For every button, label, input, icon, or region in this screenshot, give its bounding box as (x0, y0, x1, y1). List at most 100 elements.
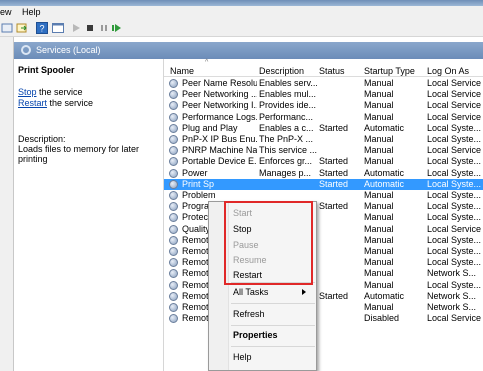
menu-help[interactable]: Help (22, 7, 41, 17)
restart-service-icon[interactable] (110, 22, 122, 34)
cell-startup: Manual (364, 145, 394, 156)
services-header: Services (Local) (14, 42, 483, 59)
cell-startup: Manual (364, 279, 394, 290)
table-row[interactable]: Plug and Play Enables a c... Started Automa… (164, 123, 483, 134)
cell-description: Enforces gr... (259, 156, 313, 167)
services-gear-icon (21, 45, 31, 55)
cell-startup: Disabled (364, 313, 400, 324)
restart-service-suffix: the service (47, 98, 94, 108)
services-header-title: Services (Local) (36, 45, 101, 55)
cell-startup: Manual (364, 134, 394, 144)
cell-startup: Manual (364, 89, 394, 100)
service-gear-icon (169, 303, 178, 312)
submenu-arrow-icon (302, 289, 306, 295)
cell-status: Started (319, 167, 349, 178)
table-row[interactable]: Portable Device E... Enforces gr... Starte… (164, 156, 483, 167)
column-header-description[interactable]: Description (259, 66, 304, 76)
column-header-log-on-as[interactable]: Log On As (427, 66, 469, 76)
table-row[interactable]: PNRP Machine Na... This service ... Manual… (164, 145, 483, 156)
cell-logon: Local Service (427, 111, 482, 122)
cell-description: This service ... (259, 145, 317, 156)
pause-service-icon[interactable] (98, 22, 110, 34)
cell-name: Peer Name Resolu... (182, 78, 257, 88)
service-gear-icon (169, 101, 178, 111)
table-row[interactable]: Performance Logs... Performanc... Manual Lo… (164, 112, 483, 123)
cell-logon: Local Syste... (427, 167, 482, 178)
table-row[interactable]: Peer Networking I... Provides ide... Manua… (164, 100, 483, 111)
service-gear-icon (169, 235, 178, 245)
cell-logon: Network S... (427, 290, 477, 301)
restart-service-link[interactable]: Restart (18, 98, 47, 108)
start-service-icon[interactable] (70, 22, 82, 34)
service-gear-icon (169, 157, 178, 167)
table-row[interactable]: Peer Name Resolu...Enables serv... Manual… (164, 78, 483, 89)
cell-description: Performanc... (259, 111, 314, 122)
stop-service-line: Stop the service (18, 87, 159, 98)
table-row[interactable]: PnP-X IP Bus Enu... The PnP-X ... Manual Lo… (164, 134, 483, 145)
show-hide-pane-icon[interactable] (52, 22, 64, 34)
service-gear-icon (169, 123, 178, 133)
cell-logon: Local Service (427, 100, 482, 111)
cell-logon: Network S... (427, 268, 477, 279)
cell-status: Started (319, 201, 349, 212)
cell-logon: Local Syste... (427, 257, 482, 268)
cell-logon: Local Syste... (427, 134, 482, 144)
description-panel: Print Spooler Stop the service Restart t… (14, 59, 164, 371)
column-header-startup-type[interactable]: Startup Type (364, 66, 415, 76)
description-text-line1: Loads files to memory for later (18, 144, 140, 154)
stop-service-suffix: the service (36, 87, 83, 97)
cell-startup: Automatic (364, 122, 405, 133)
stop-service-icon[interactable] (84, 22, 96, 34)
cell-logon: Local Syste... (427, 156, 482, 167)
column-header-status[interactable]: Status (319, 66, 345, 76)
back-icon[interactable] (1, 22, 13, 34)
menu-item-properties[interactable]: Properties (233, 330, 278, 340)
table-header: ^ Name Description Status Startup Type L… (164, 59, 483, 77)
cell-name: Print Sp (182, 178, 215, 189)
cell-startup: Manual (364, 100, 394, 111)
description-label: Description: (18, 134, 66, 144)
cell-startup: Manual (364, 190, 394, 200)
service-gear-icon (169, 179, 178, 189)
cell-startup: Automatic (364, 290, 405, 301)
table-row[interactable]: Peer Networking ... Enables mul... Manual L… (164, 89, 483, 100)
table-row[interactable]: Print Sp Started Automatic Local Syste... (164, 178, 483, 190)
service-gear-icon (169, 202, 178, 212)
cell-name: PNRP Machine Na... (182, 145, 257, 156)
cell-startup: Manual (364, 212, 394, 223)
selected-service-title: Print Spooler (18, 65, 75, 75)
cell-startup: Manual (364, 302, 394, 312)
service-gear-icon (169, 112, 178, 122)
cell-startup: Manual (364, 78, 394, 88)
service-gear-icon (169, 191, 178, 200)
menu-separator (231, 325, 315, 326)
cell-name: Plug and Play (182, 122, 238, 133)
cell-logon: Local Syste... (427, 201, 482, 212)
menu-view[interactable]: ew (0, 7, 12, 17)
menu-item-help[interactable]: Help (233, 352, 252, 362)
cell-description: Enables a c... (259, 122, 314, 133)
cell-logon: Local Syste... (427, 190, 482, 200)
highlight-box (224, 201, 313, 285)
cell-description: Enables mul... (259, 89, 317, 100)
console-tree-strip (0, 37, 14, 371)
cell-name: Power (182, 167, 208, 178)
cell-status: Started (319, 122, 349, 133)
svg-text:?: ? (40, 24, 45, 34)
cell-name: Peer Networking ... (182, 89, 257, 100)
service-gear-icon (169, 280, 178, 290)
column-header-name[interactable]: Name (170, 66, 194, 76)
menu-item-all-tasks[interactable]: All Tasks (233, 287, 268, 297)
export-list-icon[interactable] (16, 22, 28, 34)
table-row[interactable]: Problem Manual Local Syste... (164, 190, 483, 201)
help-icon[interactable]: ? (36, 22, 48, 34)
cell-status: Started (319, 156, 349, 167)
stop-service-link[interactable]: Stop (18, 87, 37, 97)
menu-separator (231, 346, 315, 347)
service-gear-icon (169, 79, 178, 88)
cell-name: Portable Device E... (182, 156, 257, 167)
menu-item-refresh[interactable]: Refresh (233, 309, 265, 319)
table-row[interactable]: Power Manages p... Started Automatic Local S… (164, 168, 483, 179)
cell-startup: Manual (364, 234, 394, 245)
menu-separator (231, 303, 315, 304)
